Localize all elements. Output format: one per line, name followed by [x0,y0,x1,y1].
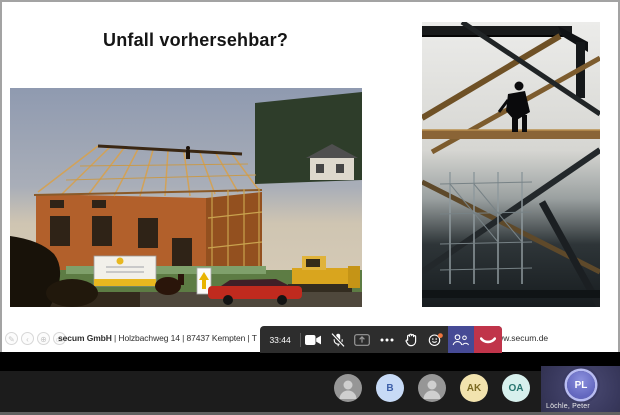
participants-button[interactable] [448,326,473,353]
person-silhouette-icon [418,374,446,402]
letterbox-band [0,352,620,371]
camera-icon [305,335,321,345]
participants-strip: B AK OA [0,371,620,412]
slide-title: Unfall vorhersehbar? [103,30,288,51]
avatar-initials: PL [575,380,588,391]
photo-steel-structure-worker [422,22,600,307]
hang-up-icon [480,336,496,344]
share-screen-icon [354,334,370,346]
person-silhouette-icon [334,374,362,402]
slide-footer-company: secum GmbH [58,333,112,343]
mic-muted-icon [331,333,345,347]
magnifier-icon[interactable]: ⊕ [37,332,50,345]
participants-icon [452,334,469,346]
participant-avatar-oa[interactable]: OA [502,374,530,402]
raise-hand-button[interactable] [399,326,424,353]
teams-meeting-window: Unfall vorhersehbar? [0,0,620,415]
participant-avatar-ak[interactable]: AK [460,374,488,402]
slide-footer-address: secum GmbH | Holzbachweg 14 | 87437 Kemp… [58,333,257,343]
raise-hand-icon [405,333,418,347]
avatar-initials: B [386,383,393,394]
avatar-initials: AK [467,383,481,394]
participant-name-label: Löchle, Peter [546,403,590,410]
microphone-button[interactable] [326,326,351,353]
participant-avatar-silhouette[interactable] [334,374,362,402]
share-screen-button[interactable] [350,326,375,353]
participant-tile-active[interactable]: PL Löchle, Peter [541,366,620,412]
meeting-timer: 33:44 [260,335,300,345]
more-options-icon [380,338,394,342]
camera-button[interactable] [301,326,326,353]
photo-house-construction [10,88,362,307]
participant-avatar-silhouette[interactable] [418,374,446,402]
participant-avatar-pl: PL [567,371,595,399]
meeting-toolbar: 33:44 [260,326,502,353]
reactions-icon [428,333,443,347]
pen-icon[interactable]: ✎ [5,332,18,345]
avatar-initials: OA [509,383,524,394]
participant-avatar-b[interactable]: B [376,374,404,402]
previous-icon[interactable]: ‹ [21,332,34,345]
hang-up-button[interactable] [474,326,502,353]
presentation-controls: ✎ ‹ ⊕ ▭ [5,332,66,345]
reactions-button[interactable] [424,326,449,353]
shared-slide: Unfall vorhersehbar? [0,0,620,352]
more-options-button[interactable] [375,326,400,353]
